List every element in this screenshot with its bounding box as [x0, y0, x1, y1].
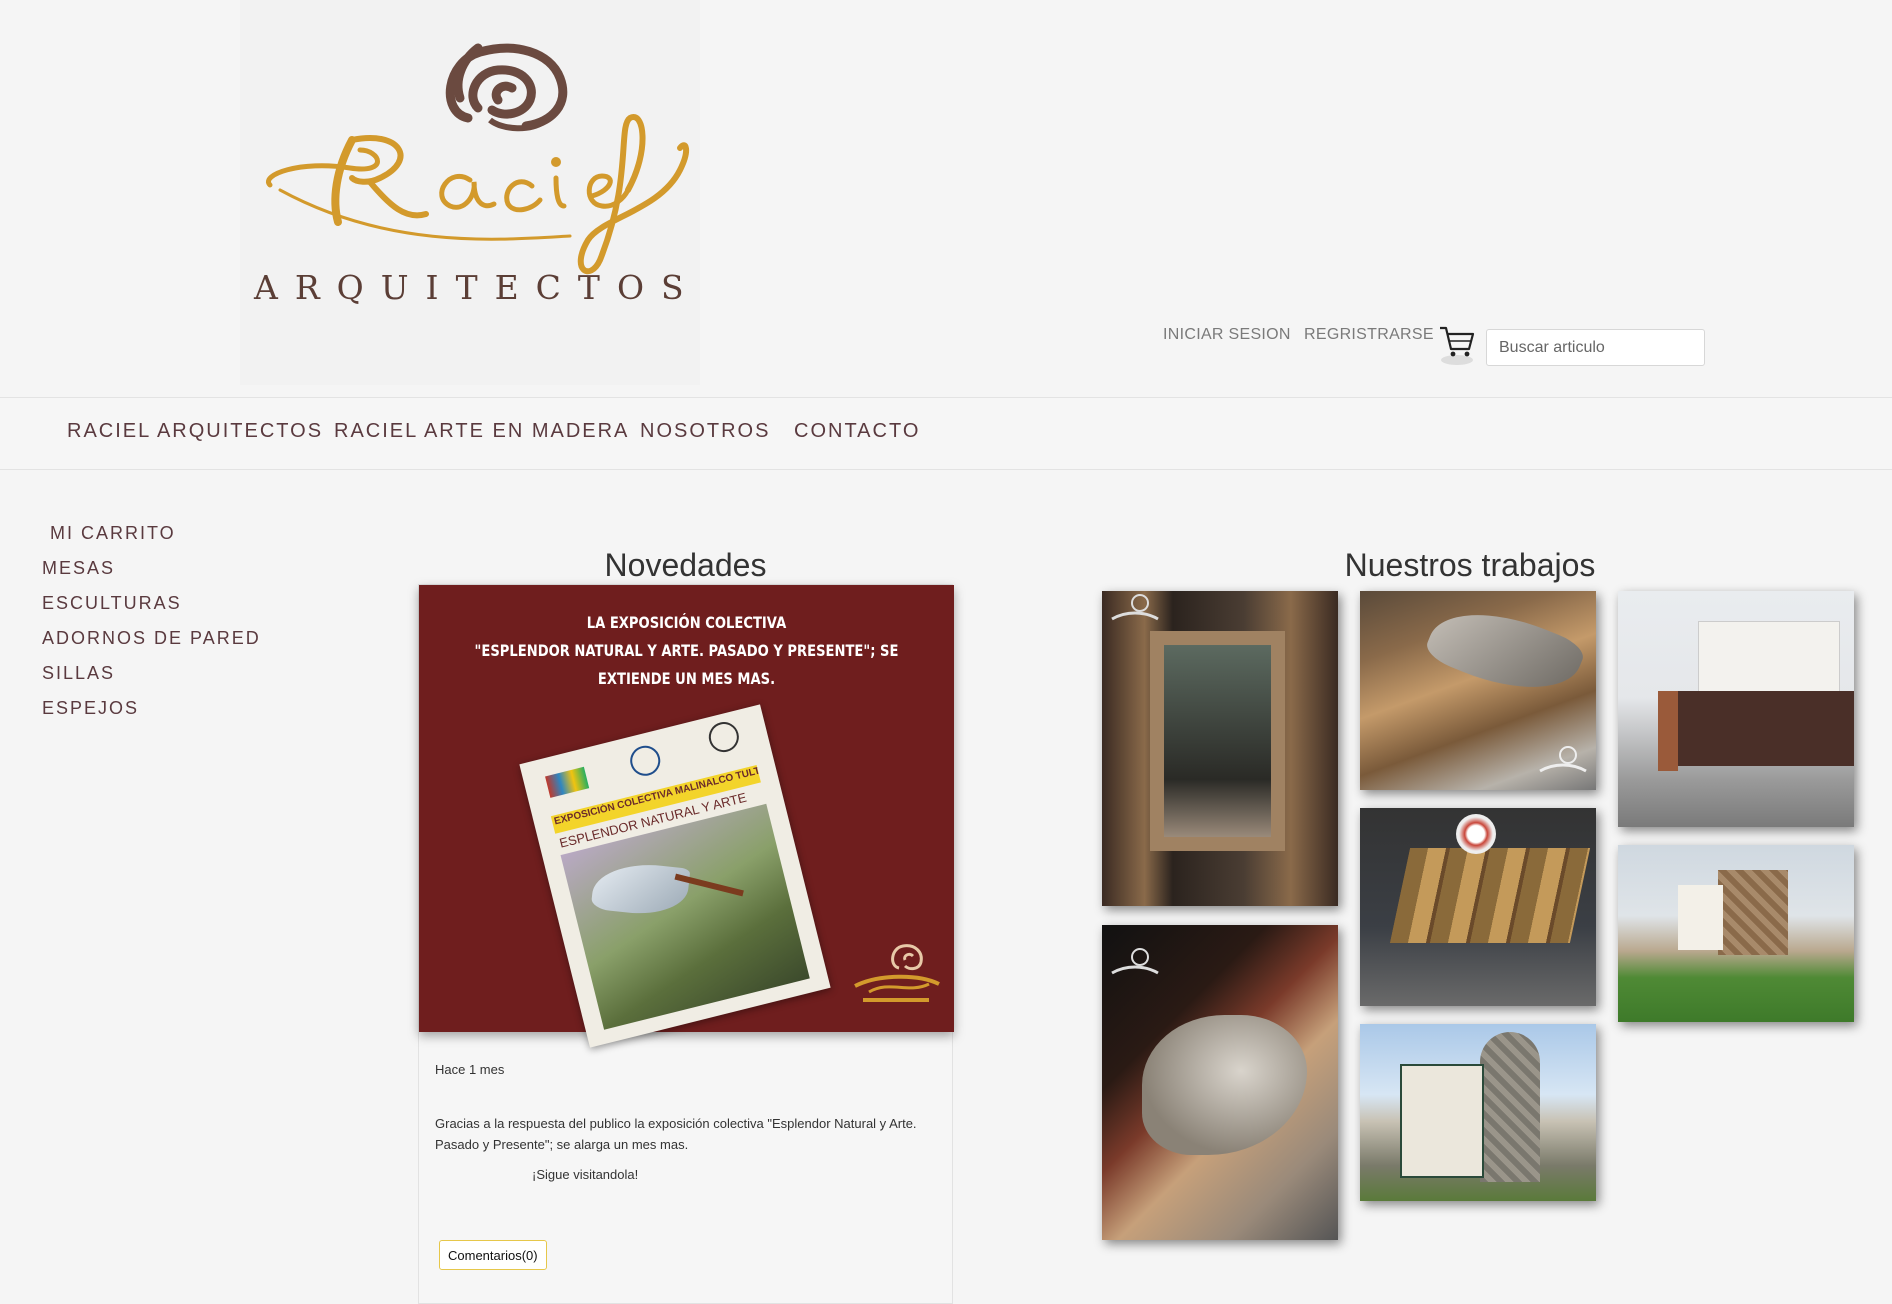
upper-block [1698, 621, 1840, 693]
news-image[interactable]: LA EXPOSICIÓN COLECTIVA "ESPLENDOR NATUR… [419, 585, 954, 1048]
work-thumb-butterfly-on-wood[interactable] [1360, 591, 1596, 790]
tultepec-logo [627, 742, 664, 779]
garage-gate [1678, 691, 1854, 766]
news-section-title: Novedades [604, 546, 767, 583]
work-thumb-modern-facade[interactable] [1618, 591, 1854, 827]
news-headline-line2: "ESPLENDOR NATURAL Y ARTE. PASADO Y PRES… [474, 641, 899, 688]
white-volume [1678, 885, 1723, 950]
sidebar-item-sillas[interactable]: SILLAS [42, 663, 115, 684]
sidebar-item-adornos-de-pared[interactable]: ADORNOS DE PARED [42, 628, 261, 649]
nav-item-raciel-arte-en-madera[interactable]: RACIEL ARTE EN MADERA [334, 420, 629, 443]
news-image-headline: LA EXPOSICIÓN COLECTIVA "ESPLENDOR NATUR… [467, 609, 906, 693]
work-thumb-wood-table[interactable] [1360, 808, 1596, 1006]
news-body: Gracias a la respuesta del publico la ex… [435, 1116, 917, 1152]
exhibition-poster: EXPOSICIÓN COLECTIVA MALINALCO TULTEPEC … [519, 704, 831, 1048]
table-top [1389, 848, 1591, 943]
works-section-title: Nuestros trabajos [1344, 546, 1596, 583]
news-card: LA EXPOSICIÓN COLECTIVA "ESPLENDOR NATUR… [418, 584, 954, 1304]
main-nav: RACIEL ARQUITECTOS RACIEL ARTE EN MADERA… [0, 397, 1892, 470]
sidebar-item-mi-carrito[interactable]: MI CARRITO [50, 523, 176, 544]
sidebar-item-esculturas[interactable]: ESCULTURAS [42, 593, 182, 614]
wood-frame-inner [1150, 631, 1285, 851]
work-thumb-butterfly-sculpture[interactable] [1102, 925, 1338, 1240]
raciel-brand-icon [1111, 594, 1159, 621]
work-thumb-stone-house[interactable] [1360, 1024, 1596, 1201]
raciel-brand-icon [1539, 746, 1587, 773]
logo[interactable]: ARQUITECTOS [240, 0, 700, 385]
nav-item-nosotros[interactable]: NOSOTROS [640, 420, 770, 443]
comments-button[interactable]: Comentarios(0) [439, 1240, 547, 1270]
raciel-brand-icon [854, 944, 940, 1002]
house-block [1400, 1064, 1484, 1178]
malinalco-logo [545, 766, 590, 798]
sidebar-item-mesas[interactable]: MESAS [42, 558, 115, 579]
login-link[interactable]: INICIAR SESION [1163, 326, 1291, 344]
register-link[interactable]: REGRISTRARSE [1304, 326, 1434, 344]
logo-wordmark: ARQUITECTOS [254, 268, 701, 307]
butterfly-wings [1142, 1015, 1307, 1155]
nav-item-contacto[interactable]: CONTACTO [794, 420, 920, 443]
logo-mark [265, 43, 689, 275]
news-timestamp: Hace 1 mes [435, 1062, 505, 1077]
work-thumb-wood-mirror[interactable] [1102, 591, 1338, 906]
shopping-cart-icon[interactable] [1437, 322, 1477, 366]
nav-item-raciel-arquitectos[interactable]: RACIEL ARQUITECTOS [67, 420, 323, 443]
stone-wall [1718, 870, 1788, 955]
metal-butterfly [1422, 591, 1588, 712]
search-input[interactable] [1486, 329, 1705, 366]
work-thumb-garden-house[interactable] [1618, 845, 1854, 1022]
brick-column [1658, 691, 1678, 771]
raciel-brand-icon [1111, 948, 1159, 975]
news-cta-text: ¡Sigue visitandola! [532, 1167, 639, 1182]
candle-holder [1456, 814, 1496, 854]
sidebar-item-espejos[interactable]: ESPEJOS [42, 698, 139, 719]
stone-tower [1480, 1032, 1540, 1182]
news-headline-line1: LA EXPOSICIÓN COLECTIVA [586, 613, 787, 632]
seal-logo [705, 718, 743, 756]
